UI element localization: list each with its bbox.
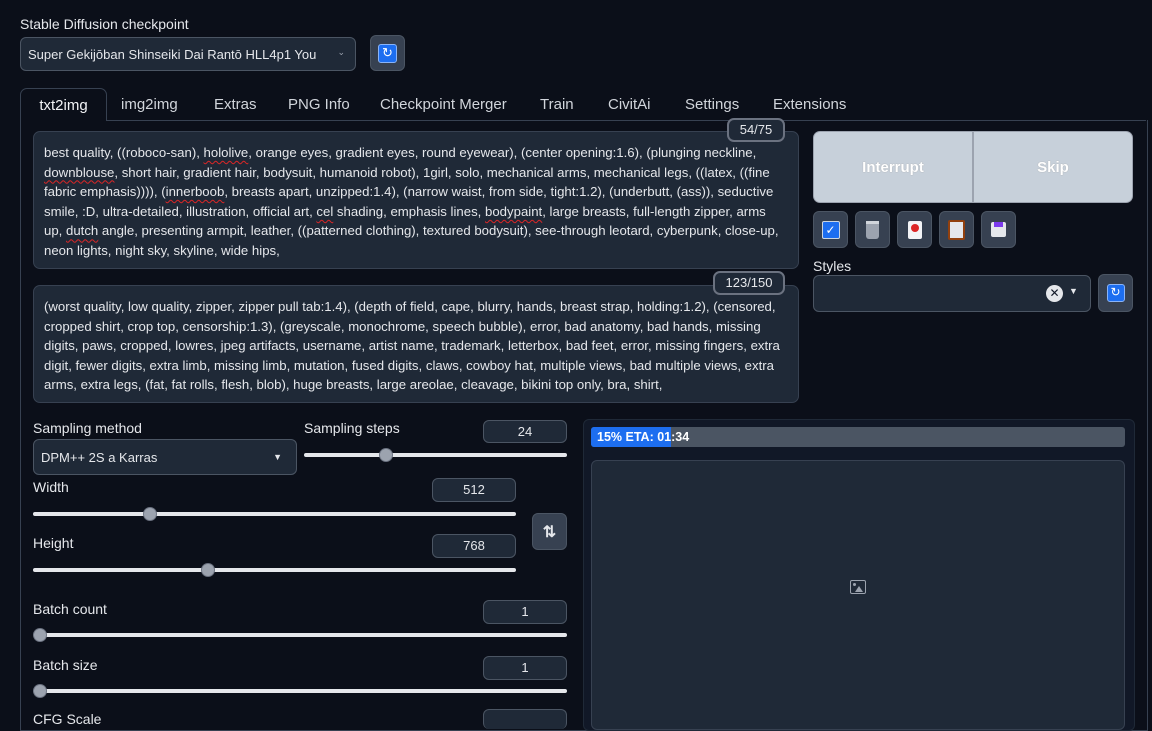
tab-bar: txt2img img2img Extras PNG Info Checkpoi… — [20, 88, 1146, 121]
sampling-method-value: DPM++ 2S a Karras — [41, 450, 158, 465]
positive-prompt-textarea[interactable]: best quality, ((roboco-san), hololive, o… — [33, 131, 799, 269]
prompt-line: fabric emphasis)))), (innerboob, breasts… — [44, 182, 788, 202]
prompt-text: smile, :D, ultra-detailed, illustration,… — [44, 203, 317, 219]
misspelled-word: innerboob — [165, 184, 225, 200]
chevron-down-icon: ⌄ — [337, 47, 345, 57]
checkpoint-select[interactable]: Super Gekijōban Shinseiki Dai Rantō HLL4… — [20, 37, 356, 71]
image-output-area[interactable] — [591, 460, 1125, 730]
batch-size-input[interactable]: 1 — [483, 656, 567, 680]
cfg-scale-input[interactable] — [483, 709, 567, 729]
prompt-line: cropped shirt, crop top, censorship:1.3)… — [44, 318, 761, 334]
tab-extensions[interactable]: Extensions — [773, 88, 846, 120]
checkbox-button[interactable]: ✓ — [813, 211, 848, 248]
clear-icon[interactable]: ✕ — [1046, 285, 1063, 302]
progress-text: 15% ETA: 01:34 — [597, 430, 690, 444]
prompt-text: up, — [44, 223, 66, 239]
prompt-text: fabric emphasis)))), ( — [44, 184, 166, 200]
prompt-line: downblouse, short hair, gradient hair, b… — [44, 163, 788, 183]
prompt-text: shading, emphasis lines, — [333, 203, 486, 219]
prompt-line: digits, paws, cropped, lowres, jpeg arti… — [44, 338, 780, 354]
caret-down-icon: ▼ — [273, 452, 282, 462]
prompt-line: arms, extra legs, (fat, fat rolls, flesh… — [44, 377, 663, 393]
caret-down-icon: ▼ — [1069, 286, 1078, 296]
prompt-text: , breasts apart, unzipped:1.4), (narrow … — [224, 184, 774, 200]
save-icon — [991, 222, 1006, 237]
interrupt-button[interactable]: Interrupt — [813, 131, 973, 203]
save-style-button[interactable] — [981, 211, 1016, 248]
tab-extras[interactable]: Extras — [214, 88, 257, 120]
tab-img2img[interactable]: img2img — [121, 88, 178, 120]
misspelled-word: downblouse — [44, 164, 115, 180]
sampling-steps-slider[interactable] — [304, 448, 567, 462]
misspelled-word: dutch — [66, 223, 99, 239]
checkpoint-value: Super Gekijōban Shinseiki Dai Rantō HLL4… — [28, 47, 317, 62]
skip-button[interactable]: Skip — [973, 131, 1133, 203]
positive-token-counter: 54/75 — [727, 118, 785, 142]
cfg-scale-label: CFG Scale — [33, 711, 102, 727]
misspelled-word: bodypaint — [485, 203, 543, 219]
prompt-text: , large breasts, full-length zipper, arm… — [542, 203, 766, 219]
misspelled-word: cel — [316, 203, 334, 219]
slider-thumb[interactable] — [378, 448, 393, 462]
slider-thumb[interactable] — [33, 628, 47, 642]
width-input[interactable]: 512 — [432, 478, 516, 502]
prompt-text: neon lights, night sky, skyline, wide hi… — [44, 242, 280, 258]
image-placeholder-icon — [850, 580, 866, 594]
slider-thumb[interactable] — [142, 507, 157, 521]
refresh-icon: ↻ — [378, 43, 397, 63]
prompt-line: neon lights, night sky, skyline, wide hi… — [44, 241, 788, 261]
prompt-text: best quality, ((roboco-san), — [44, 145, 204, 160]
negative-prompt-textarea[interactable]: (worst quality, low quality, zipper, zip… — [33, 285, 799, 403]
checkbox-icon: ✓ — [821, 220, 840, 239]
width-label: Width — [33, 479, 69, 495]
height-slider[interactable] — [33, 563, 516, 577]
swap-dimensions-button[interactable]: ⇅ — [532, 513, 567, 550]
sampling-method-select[interactable]: DPM++ 2S a Karras ▼ — [33, 439, 297, 475]
tab-txt2img[interactable]: txt2img — [20, 88, 107, 121]
height-input[interactable]: 768 — [432, 534, 516, 558]
show-extra-networks-button[interactable] — [897, 211, 932, 248]
swap-icon: ⇅ — [542, 523, 557, 541]
styles-dropdown[interactable]: ✕ ▼ — [813, 275, 1091, 312]
prompt-text: angle, presenting armpit, leather, ((pat… — [98, 223, 779, 239]
red-card-icon — [907, 220, 922, 239]
trash-button[interactable] — [855, 211, 890, 248]
negative-token-counter: 123/150 — [713, 271, 785, 295]
prompt-text: , orange eyes, gradient eyes, round eyew… — [248, 145, 757, 160]
prompt-line: up, dutch angle, presenting armpit, leat… — [44, 221, 788, 241]
prompt-line: smile, :D, ultra-detailed, illustration,… — [44, 202, 788, 222]
checkpoint-label: Stable Diffusion checkpoint — [20, 16, 189, 32]
width-slider[interactable] — [33, 507, 516, 521]
tab-checkpoint-merger[interactable]: Checkpoint Merger — [380, 88, 507, 120]
prompt-line: (worst quality, low quality, zipper, zip… — [44, 299, 776, 314]
batch-count-input[interactable]: 1 — [483, 600, 567, 624]
batch-size-label: Batch size — [33, 657, 98, 673]
sampling-method-label: Sampling method — [33, 420, 142, 436]
batch-count-label: Batch count — [33, 601, 107, 617]
trash-icon — [866, 220, 879, 239]
clipboard-icon — [948, 219, 965, 240]
styles-label: Styles — [813, 258, 852, 274]
prompt-line: best quality, ((roboco-san), hololive, o… — [44, 143, 788, 163]
refresh-checkpoint-button[interactable]: ↻ — [370, 35, 405, 71]
batch-size-slider[interactable] — [33, 684, 567, 698]
tab-png-info[interactable]: PNG Info — [288, 88, 350, 120]
tab-civitai[interactable]: CivitAi — [608, 88, 651, 120]
prompt-text: , short hair, gradient hair, bodysuit, h… — [114, 164, 770, 180]
sampling-steps-input[interactable]: 24 — [483, 420, 567, 443]
refresh-icon: ↻ — [1106, 284, 1125, 302]
progress-bar: 15% ETA: 01:34 — [591, 427, 1125, 447]
slider-thumb[interactable] — [33, 684, 47, 698]
sampling-steps-label: Sampling steps — [304, 420, 400, 436]
tab-train[interactable]: Train — [540, 88, 574, 120]
height-label: Height — [33, 535, 74, 551]
prompt-line: digit, fewer digits, extra limb, missing… — [44, 357, 774, 373]
refresh-styles-button[interactable]: ↻ — [1098, 274, 1133, 312]
misspelled-word: hololive — [203, 145, 249, 160]
tab-settings[interactable]: Settings — [685, 88, 739, 120]
batch-count-slider[interactable] — [33, 628, 567, 642]
paste-button[interactable] — [939, 211, 974, 248]
